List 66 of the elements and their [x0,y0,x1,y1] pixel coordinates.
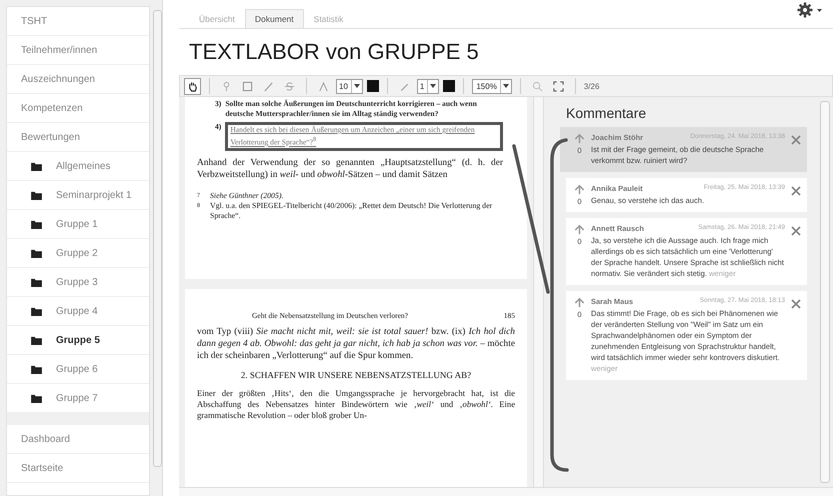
hand-tool-button[interactable] [184,78,201,94]
sidebar-item[interactable]: Seminarprojekt 1 [7,181,150,210]
sidebar-item[interactable]: TSHT [7,7,150,36]
font-size-select[interactable]: 10 [336,78,363,94]
color-swatch[interactable] [443,80,456,92]
folder-icon [31,306,42,316]
close-icon[interactable] [791,226,801,236]
upvote-icon[interactable] [574,133,585,144]
sidebar-item[interactable]: Kompetenzen [7,94,150,123]
scrollbar[interactable] [153,10,162,467]
close-icon[interactable] [791,135,801,145]
folder-icon [31,394,42,402]
line-icon [263,80,274,92]
upvote-icon[interactable] [574,224,585,235]
close-icon[interactable] [791,299,801,309]
upvote-icon[interactable] [574,184,585,195]
pin-icon [221,80,232,92]
tab[interactable]: Statistik [304,9,354,28]
sidebar-item[interactable]: Gruppe 6 [7,355,150,384]
sidebar-item[interactable]: Auszeichnungen [7,65,150,94]
caret-icon [502,84,509,88]
folder-icon [31,162,42,170]
page-title: TEXTLABOR von GRUPPE 5 [189,38,480,66]
sidebar-item[interactable]: Gruppe 3 [7,268,150,297]
close-icon[interactable] [791,186,801,196]
page-counter: 3/26 [584,82,600,90]
sidebar-item[interactable]: Allgemeines [7,152,150,181]
sidebar-item[interactable]: Startseite [7,454,150,483]
rectangle-icon [242,80,253,92]
sidebar-item[interactable]: Gruppe 1 [7,210,150,239]
upvote-icon[interactable] [574,297,585,308]
folder-icon [31,364,42,374]
zoom-select[interactable]: 150% [472,78,512,94]
folder-icon [31,190,42,200]
comment-card[interactable] [566,218,807,285]
caret-icon [354,84,360,88]
fullscreen-icon [552,80,564,92]
line-width-select[interactable]: 1 [416,78,440,94]
settings-icon[interactable] [797,2,823,18]
comment-card[interactable] [566,291,807,380]
sidebar-item[interactable]: Dashboard [7,425,150,454]
search-icon [532,80,543,92]
comments-heading: Kommentare [566,105,648,121]
color-swatch[interactable] [366,80,379,92]
sidebar-item[interactable]: Teilnehmer/innen [7,36,150,65]
document-text: Anhand der Verwendung der so genannten „Hauptsatzstellung“ (d. h. der Verbzweitstellung) in weil- und obwohl-Sätzen – und damit Sätzen [197,156,503,181]
document-text: vom Typ (viii) Sie macht nicht mit, weil: sie ist total sauer! bzw. (ix) Ich hol dich dann gegen 4 ab. Obwohl: das geht ja gar nicht, ich hab ja schon was vor. – möchte ich der scheinbaren „Verlotterung“ auf die Spur kommen. [197,326,515,362]
strikethrough-icon [284,80,295,92]
text-icon [318,80,329,92]
sidebar-item[interactable]: Bewertungen [7,123,150,152]
scrollbar[interactable] [179,487,833,496]
scrollbar[interactable] [533,97,543,487]
folder-icon [31,248,42,258]
folder-icon [31,220,42,228]
scrollbar[interactable] [820,101,830,483]
sidebar-item[interactable]: Gruppe 5 [7,326,150,355]
tab[interactable]: Übersicht [189,9,245,28]
hand-icon [187,80,198,92]
document-text: Einer der größten ‚Hits‘, den die Umgangssprache je hervorgebracht hat, ist die Abschaffung des Nebensatzes hinter Bindewörtern wie ‚weil‘ und ‚obwohl‘. Eine grammatische Revolution – oder bloß grober Un- [197,388,515,421]
sidebar-item[interactable]: Gruppe 2 [7,239,150,268]
sidebar-item[interactable]: Gruppe 4 [7,297,150,326]
tab[interactable]: Dokument [244,9,304,28]
folder-icon [31,336,42,344]
caret-icon [430,84,436,88]
document-heading: 2. SCHAFFEN WIR UNSERE NEBENSATZSTELLUNG AB? [240,370,472,380]
folder-icon [31,278,42,286]
